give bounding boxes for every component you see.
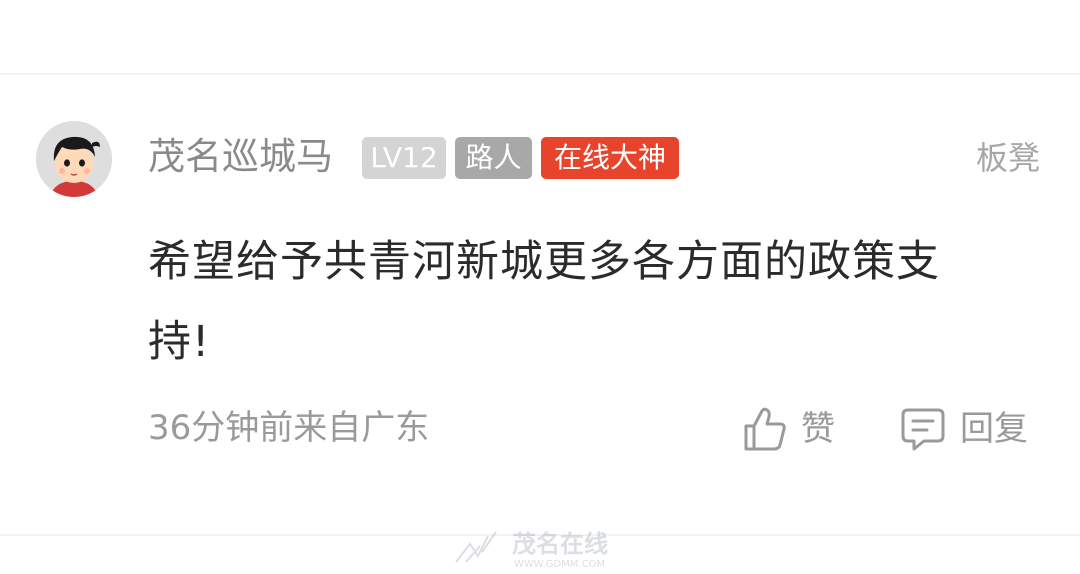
reply-label: 回复 (960, 409, 1028, 449)
top-divider (0, 73, 1080, 75)
comment-meta: 36分钟前来自广东 (148, 408, 430, 448)
watermark-url: WWW.GDMM.COM (514, 559, 605, 570)
level-badge: LV12 (362, 137, 446, 179)
watermark-brand: 茂名在线 (512, 530, 608, 558)
comment-text: 希望给予共青河新城更多各方面的政策支持! (148, 237, 940, 367)
role-badge: 路人 (455, 137, 532, 179)
watermark-logo: 茂名在线 WWW.GDMM.COM (452, 522, 652, 570)
floor-label: 板凳 (975, 139, 1040, 177)
like-label: 赞 (801, 409, 835, 449)
reply-button[interactable]: 回复 (900, 404, 1028, 454)
comment-bubble-icon (900, 406, 946, 452)
thumbs-up-icon (743, 406, 787, 452)
avatar[interactable] (36, 121, 112, 197)
username[interactable]: 茂名巡城马 (148, 134, 333, 180)
like-button[interactable]: 赞 (743, 404, 835, 454)
honor-badge: 在线大神 (541, 137, 679, 179)
